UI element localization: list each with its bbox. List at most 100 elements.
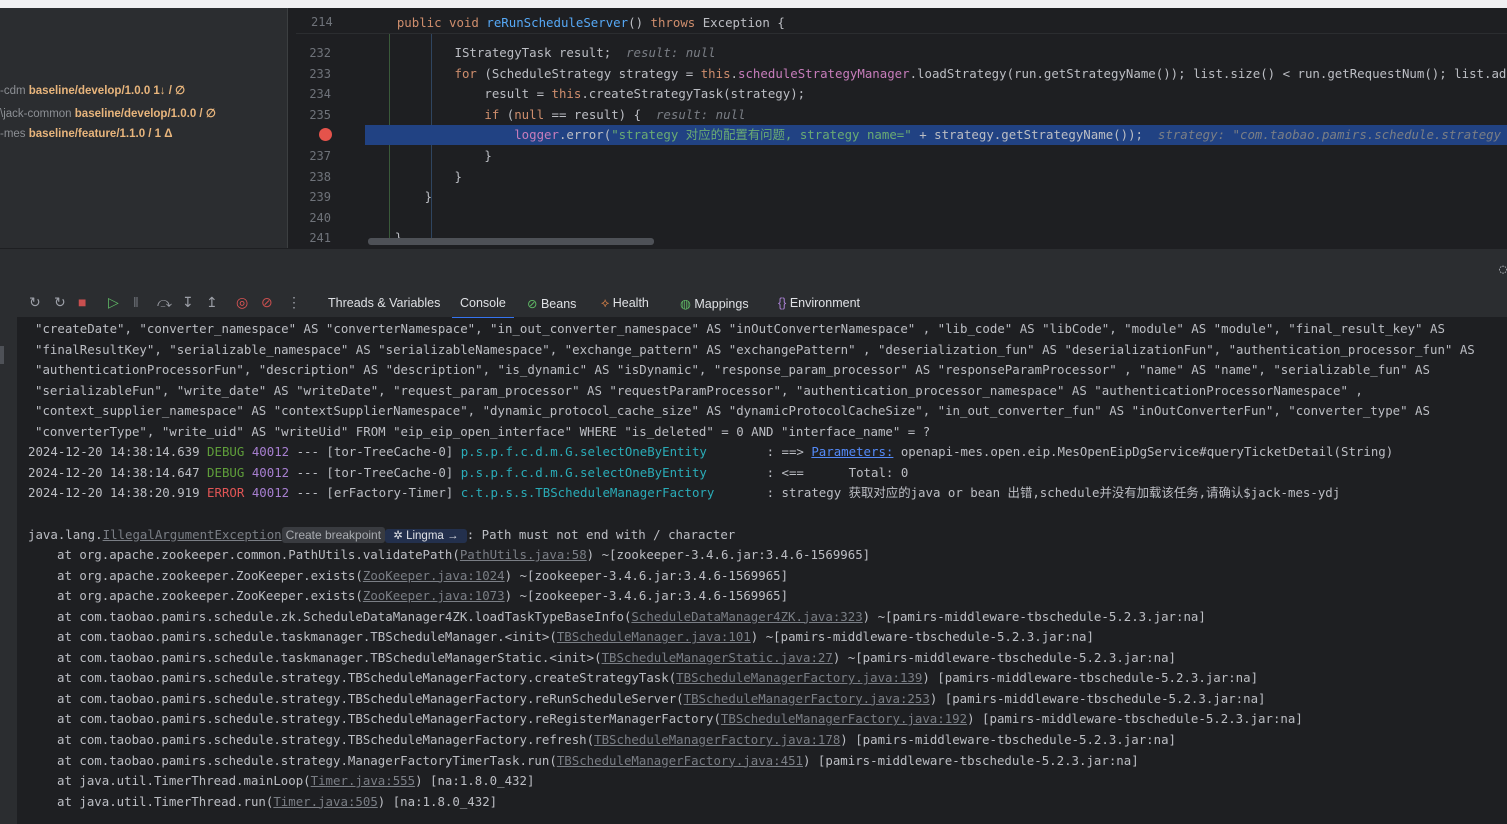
code-token: this bbox=[551, 86, 582, 102]
sticky-header-line: 214 public void reRunScheduleServer() th… bbox=[296, 8, 1507, 34]
branch-label: baseline/develop/1.0.0 1↓ / ∅ bbox=[28, 85, 186, 97]
code-line[interactable]: result = this.createStrategyTask(strateg… bbox=[365, 84, 1507, 104]
line-number: 237 bbox=[309, 149, 331, 163]
tab-environment[interactable]: {} Environment bbox=[778, 296, 860, 310]
code-editor[interactable]: IStrategyTask result; result: null for (… bbox=[365, 8, 1507, 248]
code-token: logger bbox=[365, 127, 559, 143]
code-token: ) [pamirs-middleware-tbschedule-5.2.3.ja… bbox=[929, 690, 1266, 706]
tab-label: Threads & Variables bbox=[328, 296, 441, 310]
create-breakpoint-button[interactable]: Create breakpoint bbox=[281, 526, 386, 543]
panel-splitter[interactable] bbox=[287, 8, 296, 248]
view-breakpoints-icon[interactable]: ◎ bbox=[236, 294, 248, 311]
code-token: ERROR bbox=[207, 485, 252, 501]
code-line[interactable]: public void reRunScheduleServer() throws… bbox=[367, 13, 1507, 33]
resume-icon[interactable]: ▷ bbox=[108, 294, 119, 311]
current-execution-line[interactable]: logger.error("strategy 对应的配置有问题, strateg… bbox=[365, 125, 1507, 146]
code-token: : ==> bbox=[759, 444, 812, 460]
source-link[interactable]: TBScheduleManagerFactory.java:139 bbox=[676, 670, 922, 685]
line-number: 238 bbox=[309, 169, 331, 184]
console-line: at com.taobao.pamirs.schedule.strategy.T… bbox=[57, 730, 1176, 750]
code-token: --- [tor-TreeCache-0] bbox=[289, 444, 461, 460]
line-number: 239 bbox=[309, 190, 331, 205]
console-line: java.lang.IllegalArgumentException Create… bbox=[28, 525, 735, 545]
code-token: . bbox=[730, 65, 739, 81]
project-branch-item[interactable]: -mes baseline/feature/1.1.0 / 1 Δ bbox=[0, 128, 173, 140]
code-token: 2024-12-20 14:38:14.647 bbox=[28, 464, 208, 480]
code-line[interactable]: for (ScheduleStrategy strategy = this.sc… bbox=[365, 64, 1507, 84]
source-link[interactable]: TBScheduleManagerFactory.java:178 bbox=[594, 732, 840, 747]
code-line[interactable]: IStrategyTask result; result: null bbox=[365, 43, 1507, 63]
source-link[interactable]: TBScheduleManagerFactory.java:192 bbox=[721, 711, 967, 726]
stop-icon[interactable]: ■ bbox=[78, 294, 86, 310]
line-number: 234 bbox=[309, 87, 331, 102]
health-icon: ⟡ bbox=[601, 296, 613, 310]
lingma-button[interactable]: ✲ Lingma → bbox=[385, 528, 467, 543]
code-token: at com.taobao.pamirs.schedule.taskmanage… bbox=[57, 629, 557, 645]
code-token: java.lang. bbox=[28, 526, 103, 542]
branch-label: baseline/feature/1.1.0 / 1 Δ bbox=[28, 128, 173, 140]
tab-health[interactable]: ⟡ Health bbox=[601, 296, 649, 311]
code-token: ) [na:1.8.0_432] bbox=[377, 793, 498, 809]
source-link[interactable]: ScheduleDataManager4ZK.java:323 bbox=[631, 609, 862, 624]
code-line[interactable] bbox=[365, 208, 1507, 228]
code-token: ) ~[pamirs-middleware-tbschedule-5.2.3.j… bbox=[862, 608, 1206, 624]
code-token: ) ~[pamirs-middleware-tbschedule-5.2.3.j… bbox=[750, 629, 1094, 645]
code-token: at org.apache.zookeeper.ZooKeeper.exists… bbox=[57, 567, 363, 583]
source-link[interactable]: IllegalArgumentException bbox=[103, 527, 282, 542]
code-line[interactable]: } bbox=[365, 146, 1507, 166]
restart-icon[interactable]: ↻ bbox=[54, 294, 66, 311]
source-link[interactable]: Timer.java:505 bbox=[273, 794, 377, 809]
rerun-icon[interactable]: ↻ bbox=[29, 294, 41, 311]
tab-label: Health bbox=[612, 296, 649, 310]
code-token: : <== Total: 0 bbox=[759, 464, 909, 480]
source-link[interactable]: PathUtils.java:58 bbox=[460, 547, 587, 562]
breakpoint-icon[interactable] bbox=[319, 128, 332, 141]
tab-threads-variables[interactable]: Threads & Variables bbox=[328, 296, 440, 310]
horizontal-scrollbar[interactable] bbox=[368, 238, 654, 245]
source-link[interactable]: Parameters: bbox=[811, 444, 893, 459]
step-over-icon[interactable]: ⤼ bbox=[157, 294, 172, 311]
tab-console[interactable]: Console bbox=[452, 296, 514, 319]
debug-toolbar: ↻ ↻ ■ ▷ ‖ ⤼ ↧ ↥ ◎ ⊘ ⋮ Threads & Variables Console ⊘ B… bbox=[17, 288, 1507, 319]
code-line[interactable]: if (null == result) { result: null bbox=[365, 105, 1507, 125]
console-output[interactable]: "createDate", "converter_namespace" AS "… bbox=[17, 318, 1507, 824]
source-link[interactable]: Timer.java:555 bbox=[311, 773, 415, 788]
environment-icon: {} bbox=[778, 296, 790, 310]
line-number: 232 bbox=[309, 46, 331, 60]
step-into-icon[interactable]: ↧ bbox=[182, 294, 194, 311]
code-token: 40012 bbox=[251, 464, 290, 480]
code-token: scheduleStrategyManager bbox=[738, 65, 910, 81]
tab-mappings[interactable]: ◍ Mappings bbox=[680, 296, 749, 311]
line-number: 241 bbox=[309, 231, 331, 246]
project-branch-item[interactable]: -cdm baseline/develop/1.0.0 1↓ / ∅ bbox=[0, 83, 185, 97]
code-line[interactable]: } bbox=[365, 187, 1507, 207]
line-number: 235 bbox=[309, 107, 331, 122]
project-branch-item[interactable]: \jack-common baseline/develop/1.0.0 / ∅ bbox=[0, 106, 216, 120]
code-line[interactable]: } bbox=[365, 167, 1507, 187]
step-out-icon[interactable]: ↥ bbox=[206, 294, 218, 311]
settings-icon[interactable]: ◌ bbox=[1499, 262, 1507, 277]
source-link[interactable]: ZooKeeper.java:1073 bbox=[363, 588, 505, 603]
code-token: ) [pamirs-middleware-tbschedule-5.2.3.ja… bbox=[967, 711, 1303, 727]
tab-beans[interactable]: ⊘ Beans bbox=[527, 296, 576, 311]
more-icon[interactable]: ⋮ bbox=[287, 294, 301, 311]
source-link[interactable]: TBScheduleManagerFactory.java:451 bbox=[557, 753, 803, 768]
code-token: null bbox=[514, 106, 545, 122]
code-token: () bbox=[628, 15, 651, 30]
source-link[interactable]: ZooKeeper.java:1024 bbox=[363, 568, 505, 583]
source-link[interactable]: TBScheduleManagerStatic.java:27 bbox=[602, 650, 833, 665]
code-token: at java.util.TimerThread.run( bbox=[57, 793, 274, 809]
code-token: ) [pamirs-middleware-tbschedule-5.2.3.ja… bbox=[922, 670, 1259, 686]
pause-icon[interactable]: ‖ bbox=[133, 294, 139, 310]
code-token: 40012 bbox=[251, 444, 290, 460]
console-line: at com.taobao.pamirs.schedule.taskmanage… bbox=[57, 627, 1094, 647]
source-link[interactable]: TBScheduleManager.java:101 bbox=[557, 629, 751, 644]
code-token: "createDate", "converter_namespace" AS "… bbox=[35, 321, 1445, 336]
code-token: for bbox=[365, 65, 485, 81]
source-link[interactable]: TBScheduleManagerFactory.java:253 bbox=[684, 691, 930, 706]
mute-breakpoints-icon[interactable]: ⊘ bbox=[261, 294, 273, 311]
branch-label: baseline/develop/1.0.0 / ∅ bbox=[74, 108, 216, 120]
code-token: } bbox=[365, 148, 492, 163]
console-line: at java.util.TimerThread.mainLoop(Timer.… bbox=[57, 771, 534, 791]
code-token: Exception { bbox=[702, 15, 785, 30]
